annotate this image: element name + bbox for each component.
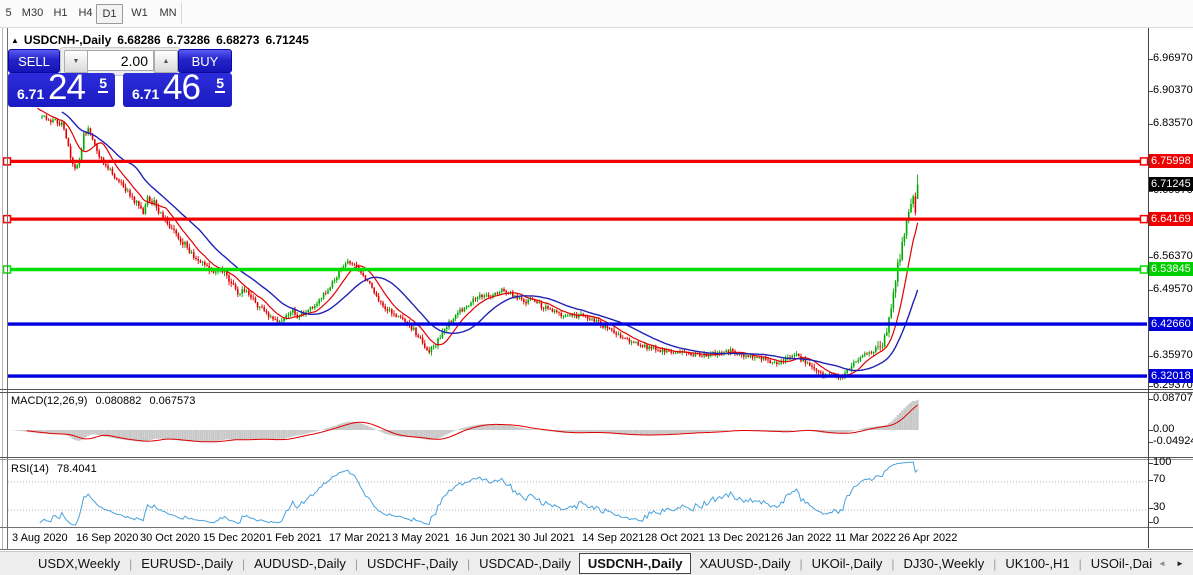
chart-tab-ukoil-daily[interactable]: UKOil-,Daily bbox=[804, 553, 891, 574]
rsi-axis-label: 30 bbox=[1153, 501, 1166, 513]
chart-tab-usdchf-daily[interactable]: USDCHF-,Daily bbox=[359, 553, 466, 574]
macd-axis-label: 0.087078 bbox=[1153, 392, 1193, 404]
candlestick-series bbox=[41, 114, 919, 381]
price-axis-label: 6.35970 bbox=[1153, 349, 1193, 361]
macd-signal-value: 0.067573 bbox=[149, 395, 196, 407]
rsi-indicator-label: RSI(14) 78.4041 bbox=[11, 463, 102, 475]
rsi-value: 78.4041 bbox=[56, 463, 97, 475]
timeframe-button-h1[interactable]: H1 bbox=[49, 4, 72, 22]
price-level-tag: 6.42660 bbox=[1149, 317, 1193, 331]
chart-tab-eurusd-daily[interactable]: EURUSD-,Daily bbox=[133, 553, 241, 574]
sell-price-display[interactable]: 6.71 24 5 bbox=[8, 68, 115, 107]
price-level-tag: 6.64169 bbox=[1149, 212, 1193, 226]
chart-tab-usdcnh-daily[interactable]: USDCNH-,Daily bbox=[578, 552, 692, 574]
macd-name: MACD(12,26,9) bbox=[11, 395, 88, 407]
timeframe-button-d1[interactable]: D1 bbox=[96, 4, 123, 24]
chart-tab-usdx-weekly[interactable]: USDX,Weekly bbox=[30, 553, 128, 574]
price-axis-label: 6.49570 bbox=[1153, 283, 1193, 295]
line-handle[interactable] bbox=[1139, 265, 1149, 274]
macd-main-value: 0.080882 bbox=[95, 395, 142, 407]
rsi-axis-label: 0 bbox=[1153, 515, 1160, 527]
price-level-tag: 6.32018 bbox=[1149, 369, 1193, 383]
buy-price-display[interactable]: 6.71 46 5 bbox=[123, 68, 232, 107]
tab-scroll-arrows: ◄ ► bbox=[1153, 552, 1193, 575]
ma-slow-line bbox=[61, 111, 919, 372]
symbol-period-label: USDCNH-,Daily bbox=[23, 33, 112, 47]
timeframe-toolbar: 5 M30 H1 H4 D1 W1 MN bbox=[0, 0, 1193, 28]
price-level-tag: 6.53845 bbox=[1149, 262, 1193, 276]
volume-input[interactable] bbox=[87, 50, 154, 71]
tab-separator: | bbox=[799, 556, 803, 571]
price-axis-label: 6.56370 bbox=[1153, 250, 1193, 262]
sell-price-pip: 5 bbox=[98, 75, 108, 93]
macd-axis-label: 0.00 bbox=[1153, 423, 1175, 435]
price-level-tag: 6.71245 bbox=[1149, 177, 1193, 191]
price-axis-label: 6.83570 bbox=[1153, 117, 1193, 129]
line-handle[interactable] bbox=[1139, 214, 1149, 224]
timeframe-button-5[interactable]: 5 bbox=[2, 4, 15, 22]
rsi-axis-label: 100 bbox=[1153, 456, 1172, 468]
buy-price-base: 6.71 bbox=[132, 86, 160, 102]
one-click-trading-panel: SELL ▼ ▲ BUY 6.71 24 5 6.71 46 5 bbox=[8, 47, 232, 107]
tab-separator: | bbox=[993, 556, 997, 571]
timeframe-button-mn[interactable]: MN bbox=[154, 4, 182, 22]
tab-separator: | bbox=[354, 556, 358, 571]
low-value: 6.68273 bbox=[216, 33, 260, 47]
tab-separator: | bbox=[1078, 556, 1082, 571]
tab-scroll-right-button[interactable]: ► bbox=[1171, 559, 1189, 568]
sell-price-base: 6.71 bbox=[17, 86, 45, 102]
rsi-axis-label: 70 bbox=[1153, 473, 1166, 485]
macd-axis-label: -0.049247 bbox=[1153, 435, 1193, 447]
chart-tab-audusd-daily[interactable]: AUDUSD-,Daily bbox=[246, 553, 354, 574]
chart-tab-bar: USDX,Weekly | EURUSD-,Daily | AUDUSD-,Daily |… bbox=[0, 551, 1193, 575]
open-value: 6.68286 bbox=[117, 33, 161, 47]
ma-fast-line bbox=[37, 107, 919, 377]
tab-separator: | bbox=[891, 556, 895, 571]
tab-separator: | bbox=[129, 556, 133, 571]
buy-price-pip: 5 bbox=[215, 75, 225, 93]
chart-tab-xauusd-daily[interactable]: XAUUSD-,Daily bbox=[691, 553, 798, 574]
buy-price-big: 46 bbox=[163, 68, 201, 107]
tab-separator: | bbox=[241, 556, 246, 571]
close-value: 6.71245 bbox=[265, 33, 309, 47]
price-axis-label: 6.96970 bbox=[1153, 52, 1193, 64]
timeframe-button-w1[interactable]: W1 bbox=[128, 4, 151, 22]
rsi-name: RSI(14) bbox=[11, 463, 49, 475]
macd-indicator-label: MACD(12,26,9) 0.080882 0.067573 bbox=[11, 395, 200, 407]
tab-scroll-left-button[interactable]: ◄ bbox=[1153, 559, 1171, 568]
price-axis-label: 6.90370 bbox=[1153, 84, 1193, 96]
sell-price-big: 24 bbox=[48, 68, 86, 107]
collapse-icon[interactable]: ▲ bbox=[11, 36, 19, 45]
chart-tab-uk100-h1[interactable]: UK100-,H1 bbox=[997, 553, 1077, 574]
high-value: 6.73286 bbox=[166, 33, 211, 47]
timeframe-button-m30[interactable]: M30 bbox=[17, 4, 48, 22]
timeframe-button-h4[interactable]: H4 bbox=[74, 4, 97, 22]
tab-separator: | bbox=[466, 556, 471, 571]
chart-tab-usdcad-daily[interactable]: USDCAD-,Daily bbox=[471, 553, 579, 574]
rsi-line bbox=[39, 461, 918, 526]
price-level-tag: 6.75998 bbox=[1149, 154, 1193, 168]
chart-tab-dj30-weekly[interactable]: DJ30-,Weekly bbox=[896, 553, 993, 574]
line-handle[interactable] bbox=[1139, 157, 1149, 166]
chart-title: ▲ USDCNH-,Daily 6.68286 6.73286 6.68273 6.712… bbox=[11, 33, 309, 47]
price-axis[interactable]: 6.969706.903706.835706.699706.631706.563… bbox=[1149, 0, 1193, 548]
